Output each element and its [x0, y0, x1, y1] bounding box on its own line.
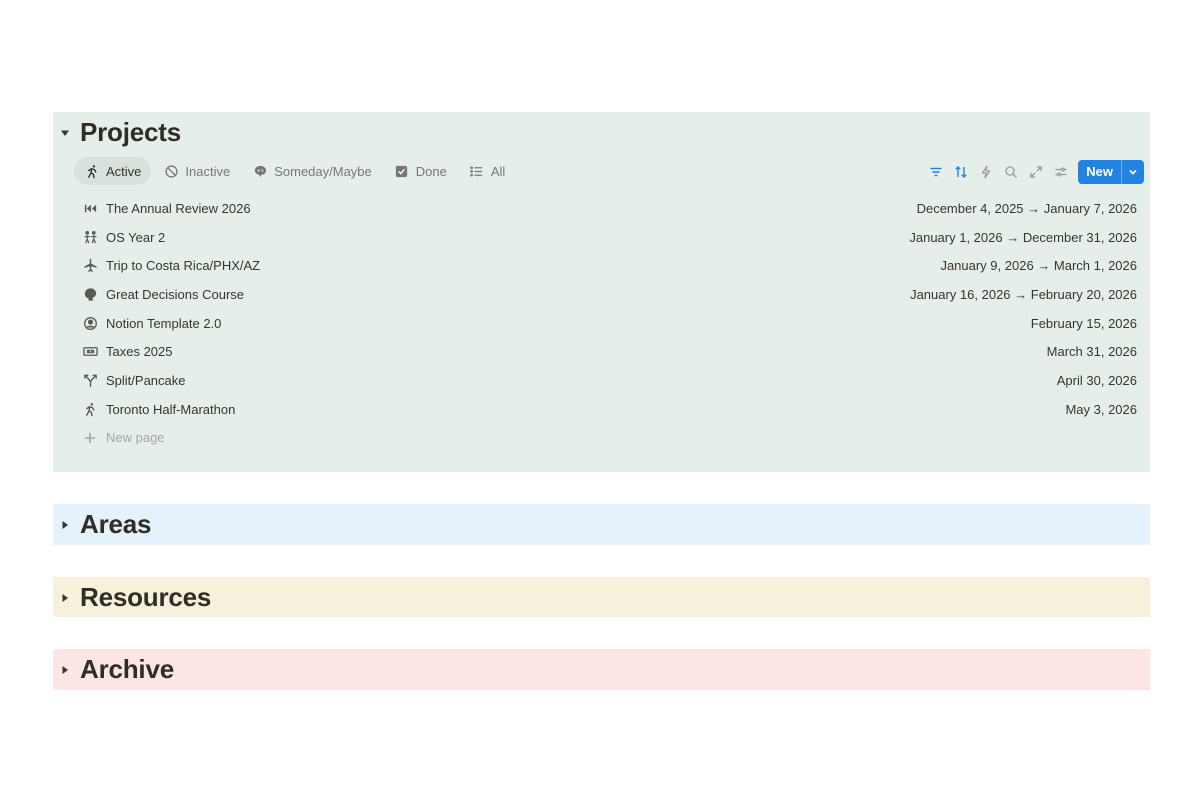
tab-all[interactable]: All — [459, 157, 515, 185]
new-page-button[interactable]: New page — [80, 424, 1137, 452]
automations-button[interactable] — [973, 159, 998, 184]
new-button-group: New — [1078, 159, 1144, 184]
search-icon — [1005, 165, 1017, 178]
expand-toggle[interactable] — [54, 514, 76, 536]
expand-toggle[interactable] — [54, 587, 76, 609]
lightning-icon — [981, 165, 991, 178]
item-name: OS Year 2 — [106, 229, 166, 245]
item-date: December 4, 2025 → January 7, 2026 — [916, 200, 1137, 216]
item-date: January 1, 2026 → December 31, 2026 — [909, 229, 1137, 245]
head-icon — [80, 284, 100, 304]
projects-title: Projects — [80, 117, 182, 147]
tab-label: Active — [106, 163, 142, 179]
settings-button[interactable] — [1048, 159, 1073, 184]
archive-title: Archive — [80, 654, 174, 684]
split-icon — [80, 370, 100, 390]
areas-section: Areas — [53, 504, 1150, 545]
projects-list: The Annual Review 2026 December 4, 2025 … — [80, 194, 1137, 452]
list-icon — [469, 163, 485, 179]
rewind-icon — [80, 198, 100, 218]
new-dropdown-button[interactable] — [1121, 159, 1144, 184]
item-date: April 30, 2026 — [1056, 372, 1137, 388]
list-item[interactable]: Great Decisions Course January 16, 2026 … — [80, 280, 1137, 309]
triangle-down-icon — [61, 130, 69, 136]
areas-title: Areas — [80, 509, 152, 539]
list-item[interactable]: Split/Pancake April 30, 2026 — [80, 366, 1137, 395]
expand-button[interactable] — [1023, 159, 1048, 184]
filter-icon — [930, 167, 942, 176]
projects-header: Projects — [53, 112, 181, 153]
projects-section: Projects Active Inactive Someday/Maybe D… — [53, 112, 1150, 472]
filter-button[interactable] — [923, 159, 948, 184]
people-icon — [80, 227, 100, 247]
tab-label: Someday/Maybe — [274, 163, 372, 179]
areas-header: Areas — [53, 504, 151, 545]
item-date: May 3, 2026 — [1065, 401, 1137, 417]
list-item[interactable]: Toronto Half-Marathon May 3, 2026 — [80, 395, 1137, 424]
user-circle-icon — [80, 313, 100, 333]
archive-header: Archive — [53, 649, 174, 690]
item-date: February 15, 2026 — [1030, 315, 1137, 331]
item-name: Trip to Costa Rica/PHX/AZ — [106, 258, 261, 274]
tab-done[interactable]: Done — [384, 157, 457, 185]
triangle-right-icon — [62, 593, 68, 602]
plus-icon — [80, 428, 100, 448]
new-button[interactable]: New — [1078, 160, 1121, 184]
runner-icon — [80, 399, 100, 419]
tab-inactive[interactable]: Inactive — [153, 157, 240, 185]
list-item[interactable]: The Annual Review 2026 December 4, 2025 … — [80, 194, 1137, 223]
tab-active[interactable]: Active — [74, 157, 152, 185]
resources-section: Resources — [53, 577, 1150, 617]
new-page-label: New page — [106, 430, 165, 445]
item-name: Notion Template 2.0 — [106, 315, 222, 331]
item-name: Great Decisions Course — [106, 286, 244, 302]
triangle-right-icon — [62, 665, 68, 674]
tab-label: Inactive — [185, 163, 231, 179]
money-icon — [80, 342, 100, 362]
expand-icon — [1030, 165, 1042, 178]
expand-toggle[interactable] — [54, 659, 76, 681]
tab-label: All — [490, 163, 506, 179]
list-item[interactable]: OS Year 2 January 1, 2026 → December 31,… — [80, 223, 1137, 252]
item-date: January 9, 2026 → March 1, 2026 — [940, 258, 1137, 274]
search-button[interactable] — [998, 159, 1023, 184]
chevron-down-icon — [1129, 169, 1137, 175]
list-item[interactable]: Notion Template 2.0 February 15, 2026 — [80, 309, 1137, 338]
resources-header: Resources — [53, 577, 211, 618]
resources-title: Resources — [80, 582, 212, 612]
item-date: March 31, 2026 — [1046, 344, 1137, 360]
checkbox-icon — [394, 163, 410, 179]
sort-icon — [955, 165, 967, 178]
item-date: January 16, 2026 → February 20, 2026 — [910, 286, 1137, 302]
item-name: Taxes 2025 — [106, 344, 173, 360]
tab-someday-maybe[interactable]: Someday/Maybe — [242, 157, 382, 185]
item-name: The Annual Review 2026 — [106, 200, 251, 216]
item-name: Split/Pancake — [106, 372, 186, 388]
airplane-icon — [80, 256, 100, 276]
sliders-icon — [1055, 166, 1067, 177]
tab-label: Done — [415, 163, 447, 179]
archive-section: Archive — [53, 649, 1150, 690]
list-item[interactable]: Trip to Costa Rica/PHX/AZ January 9, 202… — [80, 251, 1137, 280]
collapse-toggle[interactable] — [54, 122, 76, 144]
thought-bubble-icon — [252, 163, 268, 179]
view-toolbar: New — [923, 159, 1144, 184]
prohibited-icon — [163, 163, 179, 179]
list-item[interactable]: Taxes 2025 March 31, 2026 — [80, 337, 1137, 366]
item-name: Toronto Half-Marathon — [106, 401, 236, 417]
sort-button[interactable] — [948, 159, 973, 184]
triangle-right-icon — [62, 520, 68, 529]
view-tabs: Active Inactive Someday/Maybe Done All — [74, 156, 517, 186]
runner-icon — [84, 163, 100, 179]
